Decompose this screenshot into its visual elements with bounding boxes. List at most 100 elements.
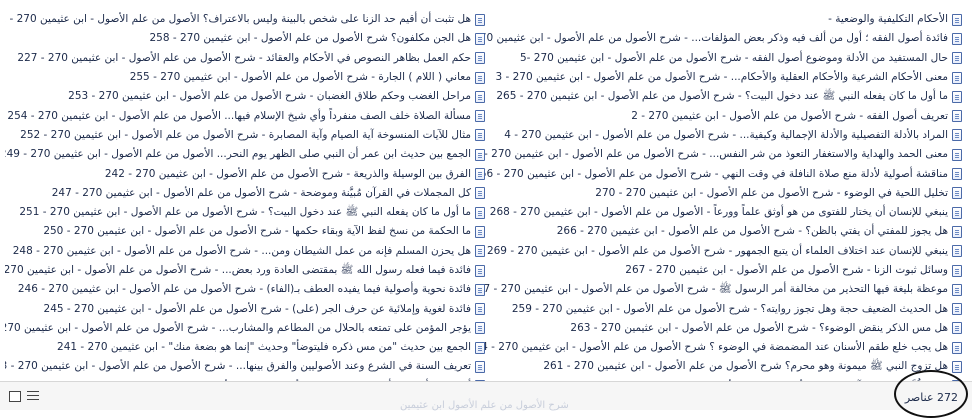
file-name: الأحكام التكليفية والوضعية - <box>828 13 948 26</box>
document-icon <box>475 245 485 258</box>
file-list-item[interactable]: كل المجملات في القرآن مُبيَّنة وموضحة - … <box>5 184 485 203</box>
file-list-item[interactable]: هل تثبت أن أقيم حد الزنا على شخص بالبينة… <box>5 10 485 29</box>
file-name: تخليل اللحية في الوضوء - شرح الأصول من ع… <box>595 186 948 199</box>
file-list-item[interactable]: هل يجب خلع طقم الأسنان عند المضمضة في ال… <box>482 338 962 357</box>
document-icon <box>952 360 962 373</box>
document-icon <box>952 225 962 238</box>
document-icon <box>952 283 962 296</box>
document-icon <box>952 110 962 123</box>
file-name: ما الحكمة من نسخ لفظ الآية وبقاء حكمها -… <box>43 225 471 238</box>
file-name: هل يحزن المسلم فإنه من عمل الشيطان ومن..… <box>12 244 471 257</box>
file-list-item[interactable]: تعريف أصول الفقه - شرح الأصول من علم الأ… <box>482 106 962 125</box>
file-list-item[interactable]: هل يحزن المسلم فإنه من عمل الشيطان ومن..… <box>5 242 485 261</box>
file-list-item[interactable]: فائدة نحوية وأصولية فيما يفيده العطف بـ(… <box>5 280 485 299</box>
document-icon <box>475 225 485 238</box>
file-name: وسائل ثبوت الزنا - شرح الأصول من علم الأ… <box>625 264 948 276</box>
file-list-item[interactable]: هل تزوج النبي ﷺ ميمونة وهو محرم؟ شرح الأ… <box>482 357 962 376</box>
file-list-item[interactable]: مراحل الغضب وحكم طلاق الغضبان - شرح الأص… <box>5 87 485 106</box>
file-list-item[interactable]: الأحكام التكليفية والوضعية - <box>482 10 962 29</box>
document-icon <box>475 52 485 65</box>
document-icon <box>952 206 962 219</box>
document-icon <box>475 187 485 200</box>
document-icon <box>952 52 962 65</box>
file-name: مثال للآيات المنسوخة آية الصيام وآية الم… <box>20 128 471 141</box>
document-icon <box>475 264 485 277</box>
file-list-item[interactable]: ما أول ما كان يفعله النبي ﷺ عند دخول الب… <box>5 203 485 222</box>
file-name: هل الجن مكلفون؟ شرح الأصول من علم الأصول… <box>149 32 472 45</box>
file-list-item[interactable]: مسألة الصلاة خلف الصف منفرداً وأي شيخ ال… <box>5 106 485 125</box>
file-list-item[interactable]: حال المستفيد من الأدلة وموضوع أصول الفقه… <box>482 49 962 68</box>
file-name: موعظة بليغة فيها التحذير من مخالفة أمر ا… <box>482 283 948 296</box>
document-icon <box>952 129 962 142</box>
file-list-item[interactable]: الجمع بين حديث "من مس ذكره فليتوضأ" وحدي… <box>5 338 485 357</box>
file-name: الجمع بين حديث "من مس ذكره فليتوضأ" وحدي… <box>57 341 471 354</box>
file-name: ينبغي للإنسان عند اختلاف العلماء أن يتبع… <box>486 244 948 257</box>
file-name: هل تثبت أن أقيم حد الزنا على شخص بالبينة… <box>5 13 471 26</box>
document-icon <box>952 341 962 354</box>
file-list-item[interactable]: تخليل اللحية في الوضوء - شرح الأصول من ع… <box>482 184 962 203</box>
document-icon <box>475 360 485 373</box>
file-name: الفرق بين الوسيلة والذريعة - شرح الأصول … <box>104 167 471 180</box>
file-list-item[interactable]: ما أول ما كان يفعله النبي ﷺ عند دخول الب… <box>482 87 962 106</box>
file-list-item[interactable]: هل الجن مكلفون؟ شرح الأصول من علم الأصول… <box>5 29 485 48</box>
file-name: الجمع بين حديث ابن عمر أن النبي صلى الظه… <box>5 148 471 161</box>
file-list-item[interactable]: هل مس الذكر ينقض الوضوء؟ - شرح الأصول من… <box>482 319 962 338</box>
document-icon <box>952 245 962 258</box>
document-icon <box>952 168 962 181</box>
document-icon <box>475 71 485 84</box>
file-list-column-right: الأحكام التكليفية والوضعية - فائدة أصول ا… <box>482 10 962 381</box>
file-list-item[interactable]: موعظة بليغة فيها التحذير من مخالفة أمر ا… <box>482 280 962 299</box>
file-name: فائدة لغوية وإملائية عن حرف الجر (على) -… <box>43 302 471 315</box>
file-name: ما أول ما كان يفعله النبي ﷺ عند دخول الب… <box>496 90 948 103</box>
file-list-item[interactable]: مناقشة أصولية لأدلة منع صلاة النافلة في … <box>482 164 962 183</box>
file-list-item[interactable]: معاني ( اللام ) الجارة - شرح الأصول من ع… <box>5 68 485 87</box>
document-icon <box>475 13 485 26</box>
file-list-item[interactable]: فائدة لغوية وإملائية عن حرف الجر (على) -… <box>5 299 485 318</box>
document-icon <box>952 90 962 103</box>
file-name: حال المستفيد من الأدلة وموضوع أصول الفقه… <box>519 51 948 64</box>
file-list-item[interactable]: الجمع بين حديث ابن عمر أن النبي صلى الظه… <box>5 145 485 164</box>
file-name: تعريف أصول الفقه - شرح الأصول من علم الأ… <box>631 109 948 122</box>
file-name: حكم العمل بظاهر النصوص في الأحكام والعقا… <box>17 51 471 64</box>
file-list-item[interactable]: مثال للآيات المنسوخة آية الصيام وآية الم… <box>5 126 485 145</box>
ghost-text: شرح الأصول من علم الأصول ابن عثيمين <box>400 400 569 411</box>
file-name: هل مس الذكر ينقض الوضوء؟ - شرح الأصول من… <box>570 321 948 334</box>
file-list-item[interactable]: فائدة أصول الفقه ؛ أول من ألف فيه وذكر ب… <box>482 29 962 48</box>
file-list-item[interactable]: هل الحديث الضعيف حجة وهل تجوز روايته؟ - … <box>482 299 962 318</box>
file-name: فائدة فيما فعله رسول الله ﷺ بمقتضى العاد… <box>5 264 471 276</box>
document-icon <box>475 110 485 123</box>
file-list-item[interactable]: ينبغي للإنسان أن يختار للفتوى من هو أوثق… <box>482 203 962 222</box>
document-icon <box>475 168 485 181</box>
file-list-pane: الأحكام التكليفية والوضعية - فائدة أصول ا… <box>0 0 972 382</box>
large-icons-view-icon[interactable] <box>9 391 21 402</box>
details-view-icon[interactable] <box>27 391 39 402</box>
file-list-item[interactable]: الفرق بين الوسيلة والذريعة - شرح الأصول … <box>5 164 485 183</box>
file-list-item[interactable]: حكم العمل بظاهر النصوص في الأحكام والعقا… <box>5 49 485 68</box>
file-name: هل تزوج النبي ﷺ ميمونة وهو محرم؟ شرح الأ… <box>543 360 948 373</box>
file-name: فائدة نحوية وأصولية فيما يفيده العطف بـ(… <box>17 283 471 296</box>
file-name: هل الحديث الضعيف حجة وهل تجوز روايته؟ - … <box>511 302 948 315</box>
file-name: يؤجر المؤمن على تمتعه بالحلال من المطاعم… <box>5 321 471 334</box>
file-list-item[interactable]: فائدة فيما فعله رسول الله ﷺ بمقتضى العاد… <box>5 261 485 280</box>
file-list-item[interactable]: وسائل ثبوت الزنا - شرح الأصول من علم الأ… <box>482 261 962 280</box>
document-icon <box>475 32 485 45</box>
file-name: ما أول ما كان يفعله النبي ﷺ عند دخول الب… <box>19 206 471 219</box>
file-name: معنى الحمد والهداية والاستغفار التعوذ من… <box>482 148 948 161</box>
document-icon <box>475 283 485 296</box>
file-list-item[interactable]: معنى الحمد والهداية والاستغفار التعوذ من… <box>482 145 962 164</box>
file-list-item[interactable]: تعريف السنة في الشرع وعند الأصوليين والف… <box>5 357 485 376</box>
file-name: المراد بالأدلة التفصيلية والأدلة الإجمال… <box>504 128 948 141</box>
file-name: مناقشة أصولية لأدلة منع صلاة النافلة في … <box>482 167 948 180</box>
file-list-item[interactable]: يؤجر المؤمن على تمتعه بالحلال من المطاعم… <box>5 319 485 338</box>
file-list-item[interactable]: المراد بالأدلة التفصيلية والأدلة الإجمال… <box>482 126 962 145</box>
document-icon <box>475 206 485 219</box>
file-list-column-left: هل تثبت أن أقيم حد الزنا على شخص بالبينة… <box>5 10 485 381</box>
file-name: ينبغي للإنسان أن يختار للفتوى من هو أوثق… <box>489 206 948 219</box>
file-list-item[interactable]: ما الحكمة من نسخ لفظ الآية وبقاء حكمها -… <box>5 222 485 241</box>
document-icon <box>952 148 962 161</box>
file-name: فائدة أصول الفقه ؛ أول من ألف فيه وذكر ب… <box>482 32 948 45</box>
file-list-item[interactable]: ينبغي للإنسان عند اختلاف العلماء أن يتبع… <box>482 242 962 261</box>
file-list-item[interactable]: معنى الأحكام الشرعية والأحكام العقلية وا… <box>482 68 962 87</box>
file-name: تعريف السنة في الشرع وعند الأصوليين والف… <box>5 360 471 373</box>
file-list-item[interactable]: هل يجوز للمفتي أن يفتي بالظن؟ - شرح الأص… <box>482 222 962 241</box>
